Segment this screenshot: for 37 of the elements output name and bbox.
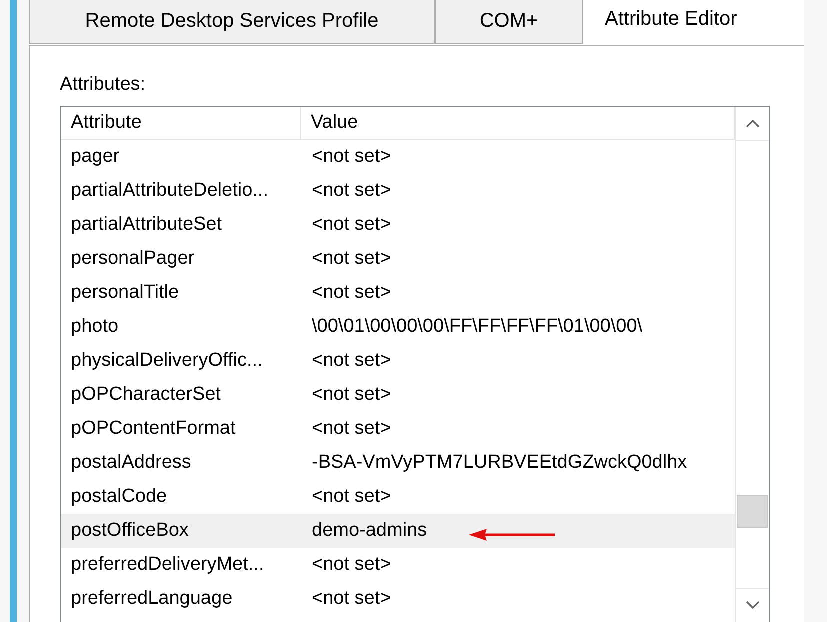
attribute-cell-text: pOPContentFormat (71, 418, 237, 440)
list-row[interactable]: postOfficeBox demo-admins (61, 514, 735, 548)
attribute-cell-text: postalAddress (71, 452, 192, 474)
arrow-icon (469, 527, 557, 543)
value-cell: demo-admins (312, 520, 428, 542)
value-cell: -BSA-VmVyPTM7LURBVEEtdGZwckQ0dlhx (312, 452, 688, 474)
value-cell: <not set> (312, 486, 392, 508)
value-cell: <not set> (312, 418, 392, 440)
scroll-up-icon[interactable] (746, 119, 760, 128)
attributes-label: Attributes: (60, 74, 147, 96)
value-cell: <not set> (312, 350, 392, 372)
attribute-cell-text: preferredDeliveryMet... (71, 554, 266, 576)
value-cell: <not set> (312, 554, 392, 576)
scroll-thumb[interactable] (737, 495, 768, 528)
value-cell: \00\01\00\00\00\FF\FF\FF\FF\01\00\00\ (312, 316, 643, 338)
attribute-cell-text: preferredLanguage (71, 588, 234, 610)
value-cell: <not set> (312, 588, 392, 610)
value-cell: <not set> (312, 180, 392, 202)
value-cell: <not set> (312, 214, 392, 236)
value-cell: <not set> (312, 146, 392, 168)
attribute-cell-text: personalTitle (71, 282, 180, 304)
value-cell: <not set> (312, 384, 392, 406)
attribute-cell-text: physicalDeliveryOffic... (71, 350, 264, 372)
attribute-cell-text: postalCode (71, 486, 168, 508)
attribute-cell-text: photo (71, 316, 120, 338)
scrollbar[interactable] (735, 107, 769, 622)
value-cell: <not set> (312, 282, 392, 304)
attribute-cell-text: partialAttributeSet (71, 214, 224, 236)
attribute-cell-text: pager (71, 146, 121, 168)
tab[interactable]: COM+ (435, 0, 583, 44)
attribute-cell-text: partialAttributeDeletio... (71, 180, 270, 202)
tab[interactable]: Remote Desktop Services Profile (29, 0, 435, 44)
value-cell: <not set> (312, 248, 392, 270)
scroll-down-icon[interactable] (746, 601, 760, 610)
attribute-cell-text: personalPager (71, 248, 196, 270)
attribute-cell-text: pOPCharacterSet (71, 384, 222, 406)
attribute-cell-text: postOfficeBox (71, 520, 190, 542)
